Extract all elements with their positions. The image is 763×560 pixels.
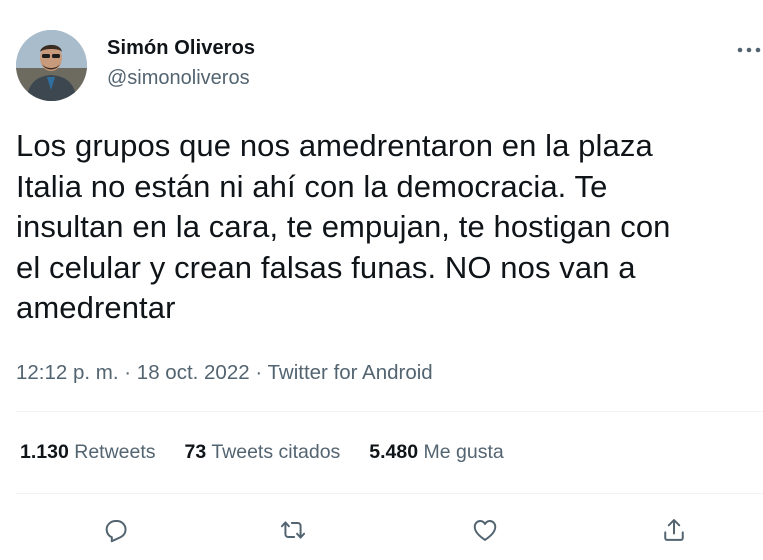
retweet-button[interactable] (273, 510, 313, 550)
quotes-label: Tweets citados (211, 441, 341, 463)
tweet-meta: 12:12 p. m. · 18 oct. 2022 · Twitter for… (16, 361, 433, 385)
author-handle[interactable]: @simonoliveros (107, 67, 250, 90)
divider (16, 411, 763, 412)
heart-icon (473, 520, 497, 541)
meta-separator: · (255, 361, 268, 384)
share-icon (664, 519, 684, 541)
quotes-stat[interactable]: 73 Tweets citados (185, 441, 341, 464)
author-avatar[interactable] (16, 30, 87, 101)
meta-separator: · (124, 361, 137, 384)
tweet-actions (0, 510, 763, 550)
tweet-stats: 1.130 Retweets 73 Tweets citados 5.480 M… (20, 441, 533, 464)
reply-button[interactable] (96, 510, 136, 550)
retweet-icon (280, 521, 306, 539)
more-dots-icon[interactable] (734, 38, 763, 62)
retweets-label: Retweets (74, 441, 156, 463)
likes-label: Me gusta (423, 441, 504, 463)
tweet-source[interactable]: Twitter for Android (268, 361, 433, 384)
divider (16, 493, 763, 494)
retweets-count: 1.130 (20, 441, 69, 463)
likes-count: 5.480 (369, 441, 419, 463)
tweet-text: Los grupos que nos amedrentaron en la pl… (16, 128, 671, 325)
author-name[interactable]: Simón Oliveros (107, 37, 255, 60)
likes-stat[interactable]: 5.480 Me gusta (369, 441, 503, 464)
retweets-stat[interactable]: 1.130 Retweets (20, 441, 156, 464)
quotes-count: 73 (184, 441, 207, 463)
reply-icon (105, 520, 127, 543)
like-button[interactable] (465, 510, 505, 550)
tweet-date[interactable]: 18 oct. 2022 (137, 361, 250, 384)
tweet-time[interactable]: 12:12 p. m. (16, 361, 119, 384)
share-button[interactable] (654, 510, 694, 550)
